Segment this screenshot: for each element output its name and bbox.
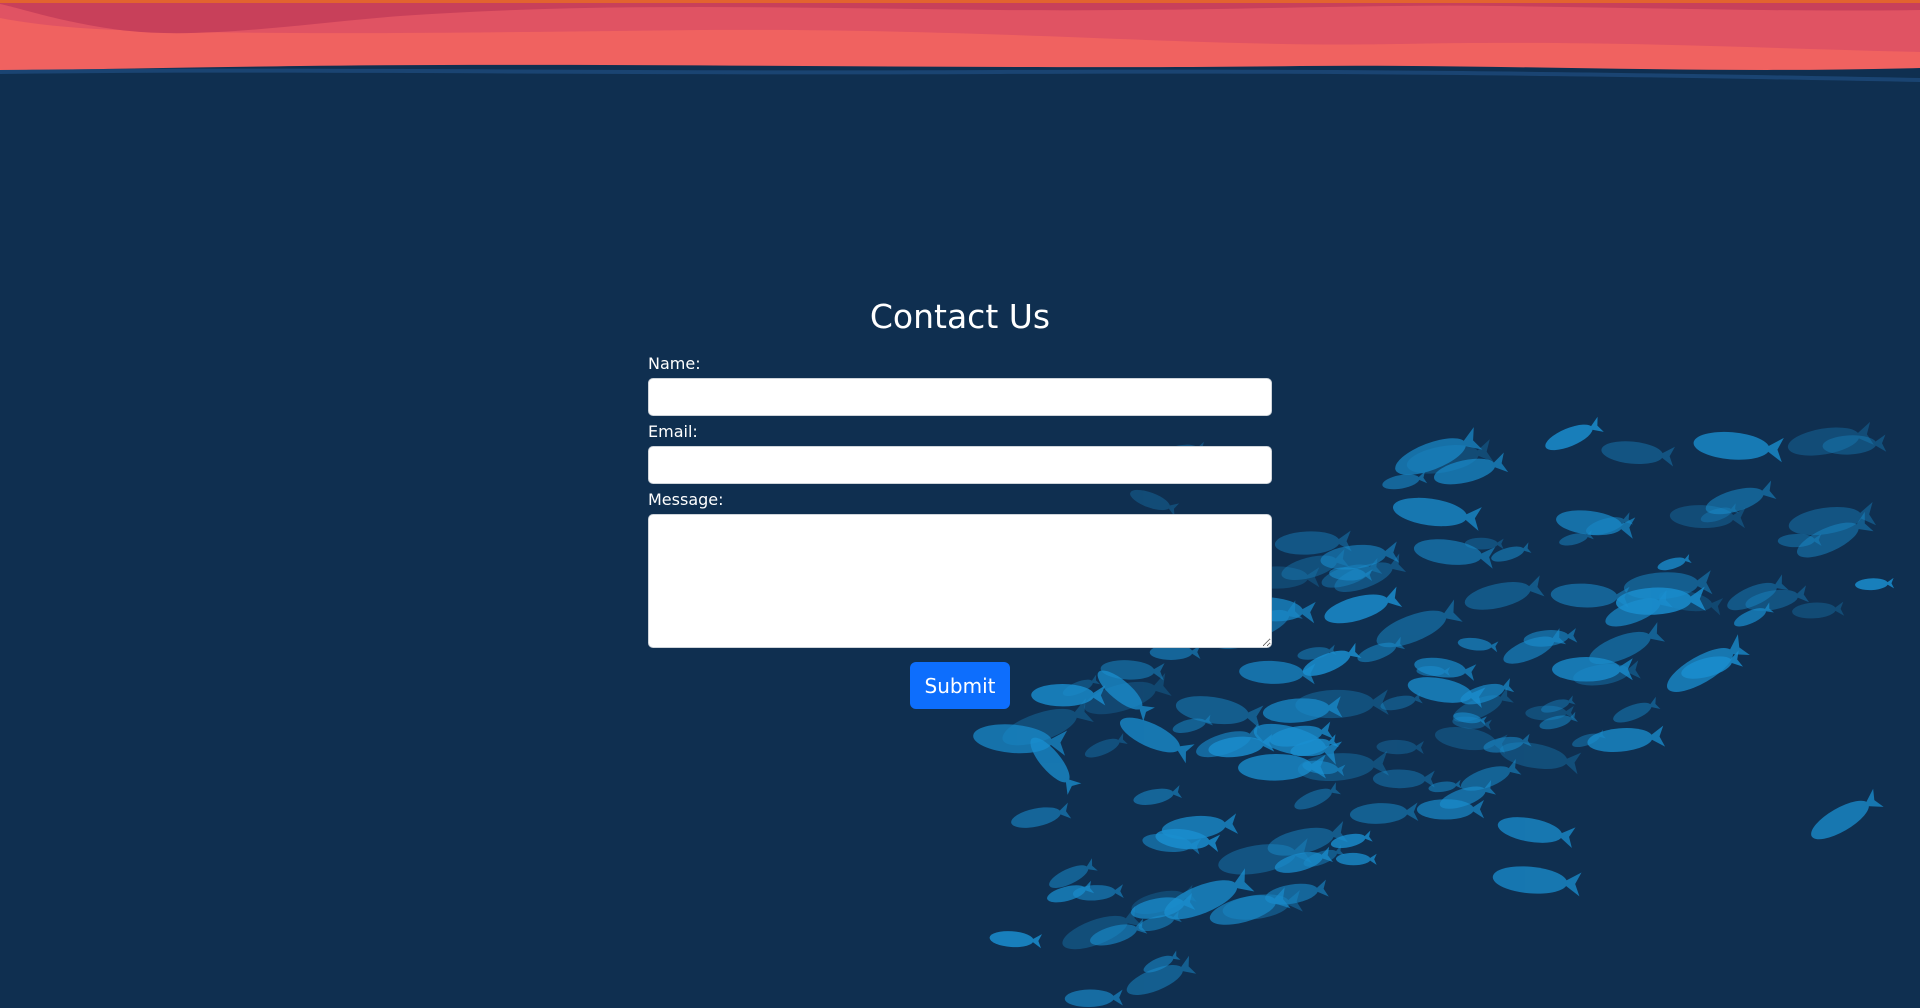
fish-shape: [1666, 634, 1750, 692]
submit-button[interactable]: Submit: [910, 662, 1010, 709]
fish-shape: [1392, 497, 1482, 531]
fish-shape: [1349, 802, 1419, 824]
fish-shape: [1011, 802, 1072, 828]
contact-form: Name: Email: Message: Submit: [648, 354, 1272, 709]
fish-shape: [1693, 431, 1784, 463]
fish-shape: [989, 931, 1043, 949]
fish-shape: [1545, 416, 1604, 451]
fish-shape: [1119, 717, 1195, 764]
fish-shape: [1372, 769, 1435, 789]
email-label: Email:: [648, 422, 698, 441]
fish-shape: [1464, 575, 1545, 610]
message-field[interactable]: [648, 514, 1272, 648]
fish-shape: [1380, 692, 1423, 711]
message-label: Message:: [648, 490, 724, 509]
submit-row: Submit: [648, 662, 1272, 709]
fish-shape: [1084, 732, 1128, 758]
fish-shape: [1855, 577, 1895, 591]
fish-shape: [1657, 554, 1692, 571]
fish-shape: [1464, 537, 1504, 550]
fish-shape: [1792, 601, 1845, 619]
fish-shape: [1587, 725, 1666, 752]
fish-shape: [1324, 586, 1403, 624]
fish-shape: [1294, 782, 1341, 810]
fish-shape: [1457, 637, 1499, 653]
name-field[interactable]: [648, 378, 1272, 416]
fish-shape: [1601, 441, 1675, 467]
contact-form-container: Contact Us Name: Email: Message: Submit: [648, 292, 1272, 709]
top-wave-banner: [0, 0, 1920, 82]
name-label: Name:: [648, 354, 701, 373]
fish-shape: [1613, 696, 1661, 723]
fish-shape: [1376, 739, 1424, 755]
fish-shape: [1133, 785, 1183, 805]
fish-shape: [1497, 817, 1576, 849]
page-title: Contact Us: [869, 297, 1051, 336]
fish-shape: [1492, 866, 1582, 897]
fish-shape: [1064, 989, 1123, 1008]
fish-shape: [1811, 788, 1884, 840]
email-field[interactable]: [648, 446, 1272, 484]
